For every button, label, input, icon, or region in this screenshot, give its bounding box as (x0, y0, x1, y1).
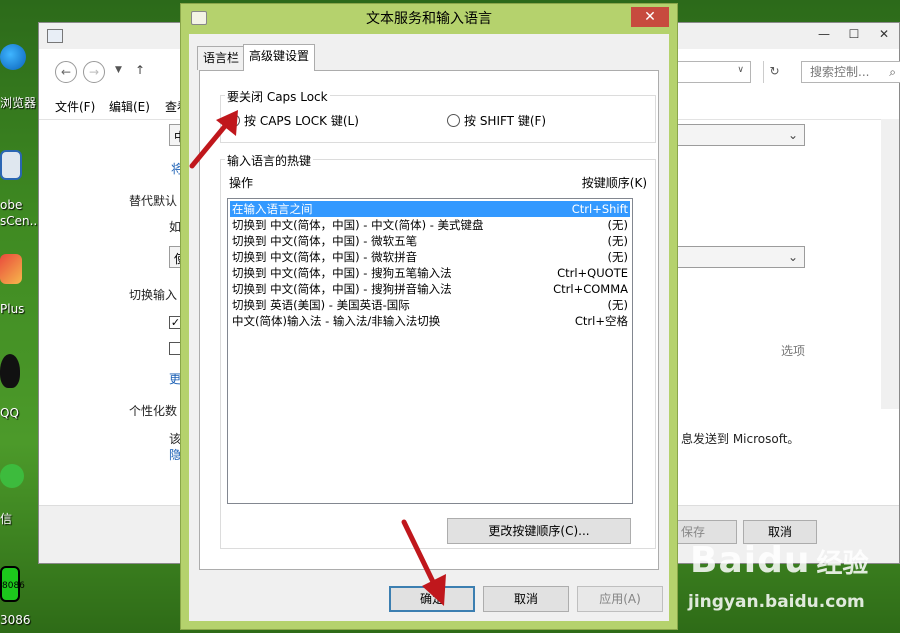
hotkey-action: 中文(简体)输入法 - 输入法/非输入法切换 (232, 314, 441, 328)
minimize-icon[interactable]: — (809, 23, 839, 45)
hotkey-keys: Ctrl+COMMA (553, 282, 628, 296)
window-controls: — ☐ ✕ (809, 23, 899, 45)
hotkeys-list[interactable]: 在输入语言之间 Ctrl+Shift 切换到 中文(简体，中国) - 中文(简体… (227, 198, 633, 504)
dialog-title: 文本服务和输入语言 (366, 11, 492, 27)
column-sequence-header: 按键顺序(K) (581, 176, 647, 190)
close-icon[interactable]: ✕ (631, 7, 669, 27)
hotkey-row[interactable]: 切换到 中文(简体，中国) - 微软五笔 (无) (230, 233, 630, 249)
close-icon[interactable]: ✕ (869, 23, 899, 45)
change-key-sequence-button[interactable]: 更改按键顺序(C)... (447, 518, 631, 544)
search-icon[interactable]: ⌕ (889, 62, 896, 82)
search-placeholder: 搜索控制... (810, 65, 870, 79)
search-input[interactable]: 搜索控制... ⌕ (801, 61, 900, 83)
apply-button[interactable]: 应用(A) (577, 586, 663, 612)
hotkey-row[interactable]: 在输入语言之间 Ctrl+Shift (230, 201, 630, 217)
adobe-desktop-icon[interactable] (0, 150, 36, 182)
hotkey-action: 切换到 中文(简体，中国) - 中文(简体) - 美式键盘 (232, 218, 484, 232)
radio-shift-label: 按 SHIFT 键(F) (464, 114, 547, 128)
control-panel-window-icon (47, 29, 63, 43)
hotkey-action: 切换到 中文(简体，中国) - 搜狗拼音输入法 (232, 282, 452, 296)
chip-8086-badge: 8086 (0, 566, 25, 602)
hotkey-action: 在输入语言之间 (232, 202, 313, 216)
tab-advanced-key-settings[interactable]: 高级键设置 (243, 44, 316, 71)
qq-desktop-icon[interactable] (0, 354, 36, 390)
hotkey-action: 切换到 中文(简体，中国) - 搜狗五笔输入法 (232, 266, 452, 280)
desktop-label-8086: 3086 (0, 613, 31, 627)
menu-edit[interactable]: 编辑(E) (109, 98, 150, 115)
watermark-cn: 经验 (816, 549, 869, 579)
personalize-label: 个性化数 (129, 404, 178, 418)
hotkey-row[interactable]: 切换到 中文(简体，中国) - 微软拼音 (无) (230, 249, 630, 265)
hotkey-keys: (无) (607, 298, 628, 312)
cancel-button[interactable]: 取消 (483, 586, 569, 612)
chevron-down-icon: ⌄ (787, 128, 798, 142)
send-microsoft-text: 息发送到 Microsoft。 (681, 432, 800, 446)
desktop-label-plus: Plus (0, 302, 25, 316)
hotkey-action: 切换到 中文(简体，中国) - 微软拼音 (232, 250, 418, 264)
recent-dropdown-icon[interactable]: ▼ (115, 65, 122, 75)
vertical-scrollbar[interactable] (881, 119, 899, 409)
refresh-icon[interactable]: ↻ (763, 61, 785, 83)
notes-plus-desktop-icon[interactable] (0, 254, 36, 286)
options-link[interactable]: 选项 (781, 342, 805, 359)
radio-caps-lock-label: 按 CAPS LOCK 键(L) (244, 114, 359, 128)
hotkey-row[interactable]: 切换到 英语(美国) - 美国英语-国际 (无) (230, 297, 630, 313)
baidu-watermark: Baidu 经验 jingyan.baidu.com (688, 540, 869, 612)
maximize-icon[interactable]: ☐ (839, 23, 869, 45)
watermark-url: jingyan.baidu.com (688, 592, 865, 612)
hotkey-row[interactable]: 切换到 中文(简体，中国) - 搜狗拼音输入法 Ctrl+COMMA (230, 281, 630, 297)
desktop-label-adobe-2: sCen... (0, 214, 42, 228)
desktop-label-wechat: 信 (0, 512, 13, 526)
wechat-desktop-icon[interactable] (0, 464, 36, 490)
address-dropdown-icon[interactable]: ∨ (737, 65, 744, 75)
radio-unselected-icon (447, 114, 460, 127)
hotkey-keys: Ctrl+空格 (574, 314, 628, 328)
caps-lock-group: 要关闭 Caps Lock 按 CAPS LOCK 键(L) 按 SHIFT 键… (220, 88, 656, 143)
advanced-key-settings-panel: 要关闭 Caps Lock 按 CAPS LOCK 键(L) 按 SHIFT 键… (199, 70, 659, 570)
caps-lock-group-label: 要关闭 Caps Lock (225, 88, 330, 105)
hotkey-row[interactable]: 中文(简体)输入法 - 输入法/非输入法切换 Ctrl+空格 (230, 313, 630, 329)
dialog-titlebar: 文本服务和输入语言 ✕ (181, 4, 677, 34)
hotkey-action: 切换到 中文(简体，中国) - 微软五笔 (232, 234, 418, 248)
hotkey-row[interactable]: 切换到 中文(简体，中国) - 中文(简体) - 美式键盘 (无) (230, 217, 630, 233)
hotkeys-group: 输入语言的热键 操作 按键顺序(K) 在输入语言之间 Ctrl+Shift 切换… (220, 152, 656, 549)
desktop-label-adobe-1: obe (0, 198, 23, 212)
hotkey-row[interactable]: 切换到 中文(简体，中国) - 搜狗五笔输入法 Ctrl+QUOTE (230, 265, 630, 281)
annotation-arrow-caps-lock-icon (189, 110, 238, 169)
desktop-label-browser: 浏览器 (0, 96, 37, 110)
hotkey-keys: Ctrl+QUOTE (557, 266, 628, 280)
browser-desktop-icon[interactable] (0, 44, 36, 72)
hotkey-keys: (无) (607, 218, 628, 232)
up-arrow-icon[interactable]: ↑ (135, 63, 145, 77)
keyboard-icon (191, 11, 207, 25)
annotation-arrow-ok-button-icon (401, 519, 446, 606)
hotkey-keys: (无) (607, 250, 628, 264)
emulator-8086-desktop-icon[interactable]: 8086 (0, 566, 36, 604)
column-action-header: 操作 (229, 176, 254, 190)
hotkey-keys: (无) (607, 234, 628, 248)
chevron-down-icon: ⌄ (787, 250, 798, 264)
replace-default-label: 替代默认 (129, 194, 178, 208)
radio-caps-lock-key[interactable]: 按 CAPS LOCK 键(L) (227, 112, 359, 129)
radio-shift-key[interactable]: 按 SHIFT 键(F) (447, 112, 546, 129)
hotkey-action: 切换到 英语(美国) - 美国英语-国际 (232, 298, 410, 312)
hotkey-keys: Ctrl+Shift (571, 202, 628, 216)
back-icon[interactable]: ← (55, 61, 77, 83)
desktop-label-qq: QQ (0, 406, 19, 420)
menu-file[interactable]: 文件(F) (55, 98, 95, 115)
switch-input-label: 切换输入 (129, 288, 178, 302)
forward-icon[interactable]: → (83, 61, 105, 83)
watermark-brand: Baidu (690, 540, 811, 581)
tab-language-bar[interactable]: 语言栏 (197, 46, 246, 70)
